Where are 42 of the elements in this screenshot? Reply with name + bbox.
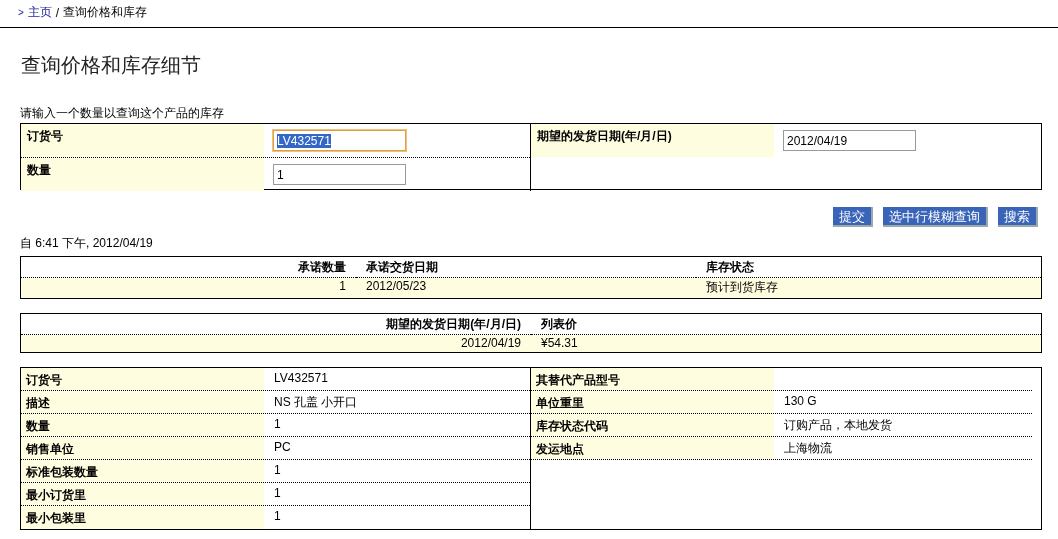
- detail-value: 订购产品，本地发货: [783, 417, 893, 434]
- timestamp: 自 6:41 下午, 2012/04/19: [20, 235, 154, 252]
- action-button[interactable]: 选中行模糊查询: [883, 207, 988, 227]
- detail-value: 上海物流: [783, 440, 833, 457]
- detail-label: 其替代产品型号: [531, 368, 774, 390]
- detail-label: 单位重里: [531, 391, 774, 413]
- table-cell: 预计到货库存: [696, 278, 1041, 298]
- table-cell: 1: [21, 278, 356, 298]
- detail-value: 1: [273, 462, 282, 479]
- field-label: 期望的发货日期(年/月/日): [531, 124, 774, 157]
- detail-label: 订货号: [21, 368, 264, 390]
- detail-value: 1: [273, 416, 282, 433]
- table-cell: 2012/04/19: [21, 335, 531, 352]
- detail-label: 最小订货里: [21, 483, 264, 505]
- detail-label: 库存状态代码: [531, 414, 774, 436]
- action-button[interactable]: 提交: [833, 207, 873, 227]
- breadcrumb-current: 查询价格和库存: [63, 4, 148, 21]
- detail-value: 1: [273, 485, 282, 502]
- detail-label: 销售单位: [21, 437, 264, 459]
- instruction-text: 请输入一个数量以查询这个产品的库存: [20, 105, 225, 122]
- detail-label: 最小包装里: [21, 506, 264, 529]
- detail-value: LV432571: [273, 370, 329, 387]
- detail-value: 1: [273, 508, 282, 525]
- page-title: 查询价格和库存细节: [21, 53, 202, 78]
- input-field[interactable]: LV432571: [273, 130, 406, 151]
- table-cell: 2012/05/23: [356, 278, 696, 298]
- input-field[interactable]: 2012/04/19: [783, 130, 916, 151]
- table-cell: ¥54.31: [531, 335, 1041, 352]
- detail-label: 标准包装数量: [21, 460, 264, 482]
- breadcrumb-separator: /: [55, 5, 60, 20]
- detail-value: NS 孔盖 小开口: [273, 394, 359, 411]
- field-label: 订货号: [21, 124, 264, 157]
- home-link[interactable]: 主页: [27, 4, 52, 21]
- breadcrumb-marker: >: [18, 7, 24, 18]
- input-field[interactable]: 1: [273, 164, 406, 185]
- action-button[interactable]: 搜索: [998, 207, 1038, 227]
- detail-value: 130 G: [783, 393, 818, 410]
- detail-label: 描述: [21, 391, 264, 413]
- field-label: 数量: [21, 158, 264, 191]
- detail-label: 发运地点: [531, 437, 774, 459]
- detail-value: PC: [273, 439, 292, 456]
- detail-label: 数量: [21, 414, 264, 436]
